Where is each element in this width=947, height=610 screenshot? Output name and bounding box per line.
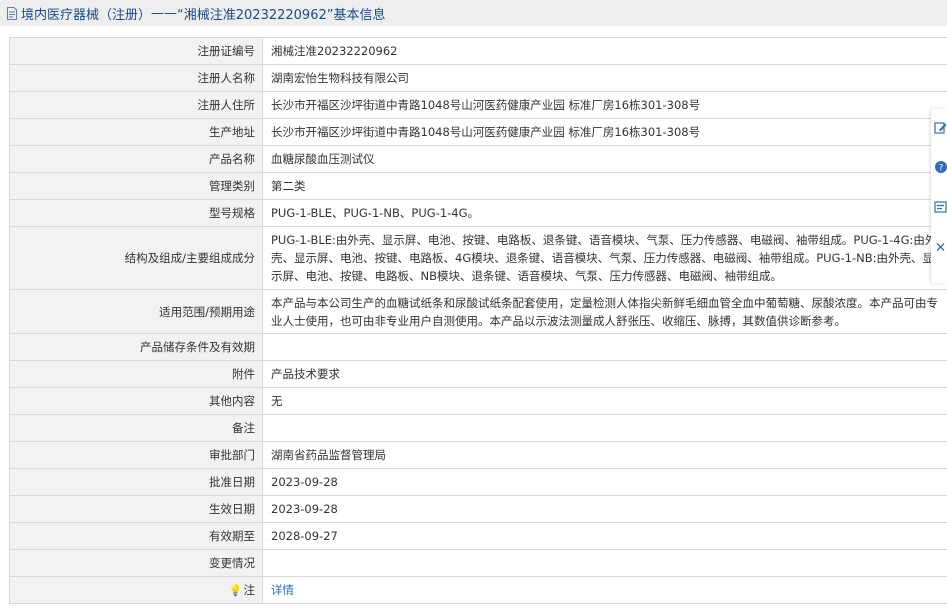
- feedback-icon[interactable]: [934, 200, 947, 214]
- row-value-registrant-name: 湖南宏怡生物科技有限公司: [262, 64, 947, 92]
- table-row: 批准日期 2023-09-28: [9, 468, 947, 496]
- table-row: 生效日期 2023-09-28: [9, 495, 947, 523]
- note-label-text: 注: [243, 582, 256, 597]
- row-label-remarks: 备注: [9, 414, 263, 442]
- row-label-production-address: 生产地址: [9, 118, 263, 146]
- header-cert-title: “湘械注准20232220962”: [177, 7, 334, 23]
- row-label-approval-date: 批准日期: [9, 468, 263, 496]
- table-row: 生产地址 长沙市开福区沙坪街道中青路1048号山河医药健康产业园 标准厂房16栋…: [9, 118, 947, 146]
- edit-icon[interactable]: [934, 121, 947, 135]
- svg-text:?: ?: [939, 164, 944, 174]
- table-row: 有效期至 2028-09-27: [9, 522, 947, 550]
- row-label-registrant-address: 注册人住所: [9, 91, 263, 119]
- row-value-production-address: 长沙市开福区沙坪街道中青路1048号山河医药健康产业园 标准厂房16栋301-3…: [262, 118, 947, 146]
- table-row: 变更情况: [9, 549, 947, 577]
- table-row: 注册人名称 湖南宏怡生物科技有限公司: [9, 64, 947, 92]
- table-row: 管理类别 第二类: [9, 172, 947, 200]
- header-suffix: 基本信息: [333, 7, 386, 23]
- row-label-model-spec: 型号规格: [9, 199, 263, 227]
- table-row: 型号规格 PUG-1-BLE、PUG-1-NB、PUG-1-4G。: [9, 199, 947, 227]
- row-value-registrant-address: 长沙市开福区沙坪街道中青路1048号山河医药健康产业园 标准厂房16栋301-3…: [262, 91, 947, 119]
- row-value-remarks: [262, 414, 947, 442]
- row-label-effective-date: 生效日期: [9, 495, 263, 523]
- row-label-intended-use: 适用范围/预期用途: [9, 289, 263, 334]
- table-row: 备注: [9, 414, 947, 442]
- row-label-valid-until: 有效期至: [9, 522, 263, 550]
- table-row: 注册证编号 湘械注准20232220962: [9, 37, 947, 65]
- table-row: 💡注 详情: [9, 576, 947, 604]
- header-category: 境内医疗器械（注册）: [21, 7, 152, 23]
- row-value-other: 无: [262, 387, 947, 415]
- row-label-note: 💡注: [9, 576, 263, 604]
- row-value-note: 详情: [262, 576, 947, 604]
- row-value-changes: [262, 549, 947, 577]
- row-value-model-spec: PUG-1-BLE、PUG-1-NB、PUG-1-4G。: [262, 199, 947, 227]
- row-value-management-class: 第二类: [262, 172, 947, 200]
- registration-info-table: 注册证编号 湘械注准20232220962 注册人名称 湖南宏怡生物科技有限公司…: [9, 37, 947, 604]
- row-value-product-name: 血糖尿酸血压测试仪: [262, 145, 947, 173]
- row-label-approval-dept: 审批部门: [9, 441, 263, 469]
- row-value-valid-until: 2028-09-27: [262, 522, 947, 550]
- row-label-storage: 产品储存条件及有效期: [9, 333, 263, 361]
- table-row: 注册人住所 长沙市开福区沙坪街道中青路1048号山河医药健康产业园 标准厂房16…: [9, 91, 947, 119]
- table-row: 适用范围/预期用途 本产品与本公司生产的血糖试纸条和尿酸试纸条配套使用，定量检测…: [9, 289, 947, 334]
- row-value-intended-use: 本产品与本公司生产的血糖试纸条和尿酸试纸条配套使用，定量检测人体指尖新鲜毛细血管…: [262, 289, 947, 334]
- header-separator: ——: [151, 5, 178, 21]
- row-label-changes: 变更情况: [9, 549, 263, 577]
- document-icon: [7, 6, 17, 20]
- row-label-composition: 结构及组成/主要组成成分: [9, 226, 263, 290]
- side-toolbar: ?: [931, 109, 947, 283]
- lightbulb-icon: 💡: [228, 583, 243, 597]
- row-value-effective-date: 2023-09-28: [262, 495, 947, 523]
- table-row: 其他内容 无: [9, 387, 947, 415]
- row-label-other: 其他内容: [9, 387, 263, 415]
- table-row: 审批部门 湖南省药品监督管理局: [9, 441, 947, 469]
- row-value-storage: [262, 333, 947, 361]
- close-icon[interactable]: [934, 240, 947, 254]
- row-label-attachment: 附件: [9, 360, 263, 388]
- help-icon[interactable]: ?: [934, 160, 947, 174]
- table-row: 产品名称 血糖尿酸血压测试仪: [9, 145, 947, 173]
- page-header: 境内医疗器械（注册） —— “湘械注准20232220962” 基本信息: [0, 0, 947, 26]
- row-label-product-name: 产品名称: [9, 145, 263, 173]
- details-link[interactable]: 详情: [271, 583, 294, 597]
- table-row: 结构及组成/主要组成成分 PUG-1-BLE:由外壳、显示屏、电池、按键、电路板…: [9, 226, 947, 290]
- row-label-registrant-name: 注册人名称: [9, 64, 263, 92]
- row-value-cert-no: 湘械注准20232220962: [262, 37, 947, 65]
- table-row: 产品储存条件及有效期: [9, 333, 947, 361]
- row-label-cert-no: 注册证编号: [9, 37, 263, 65]
- row-label-management-class: 管理类别: [9, 172, 263, 200]
- row-value-composition: PUG-1-BLE:由外壳、显示屏、电池、按键、电路板、退条键、语音模块、气泵、…: [262, 226, 947, 290]
- table-row: 附件 产品技术要求: [9, 360, 947, 388]
- row-value-approval-dept: 湖南省药品监督管理局: [262, 441, 947, 469]
- row-value-attachment: 产品技术要求: [262, 360, 947, 388]
- row-value-approval-date: 2023-09-28: [262, 468, 947, 496]
